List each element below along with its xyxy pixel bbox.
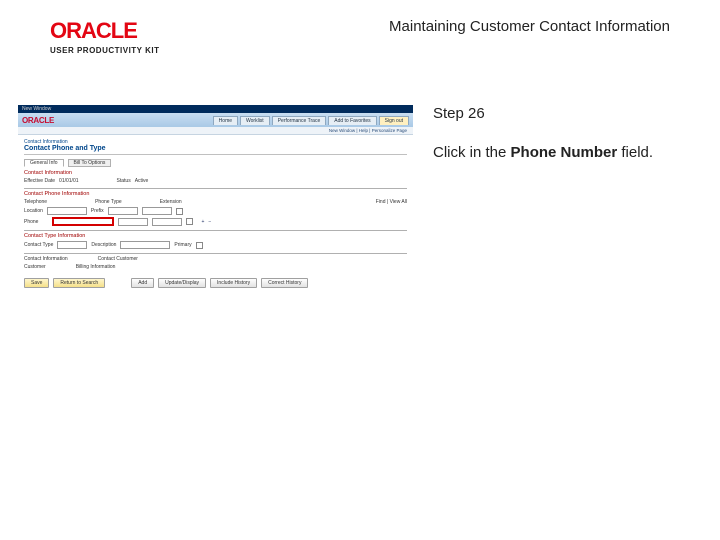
screenshot-subnav: New Window | Help | Personalize Page bbox=[18, 127, 413, 135]
phone-number-field-highlight[interactable] bbox=[52, 217, 114, 226]
tab-signout[interactable]: Sign out bbox=[379, 116, 409, 125]
screenshot-tabs: Home Worklist Performance Trace Add to F… bbox=[213, 116, 409, 125]
row-phone-highlight: Phone + − bbox=[24, 217, 407, 226]
value-status: Active bbox=[135, 178, 149, 184]
row-footlinks2: Customer Billing Information bbox=[24, 264, 407, 270]
return-button[interactable]: Return to Search bbox=[53, 278, 105, 288]
section-contact-info: Contact Information bbox=[24, 170, 407, 176]
value-effdate: 01/01/01 bbox=[59, 178, 78, 184]
screenshot-oracle-logo: ORACLE bbox=[22, 116, 54, 125]
content-row: New Window ORACLE Home Worklist Performa… bbox=[18, 105, 700, 327]
link-customer[interactable]: Customer bbox=[24, 264, 46, 270]
oracle-logo: ORACLE bbox=[50, 18, 159, 44]
brand-subtitle: USER PRODUCTIVITY KIT bbox=[50, 46, 159, 55]
label-effdate: Effective Date bbox=[24, 178, 55, 184]
checkbox-primary[interactable] bbox=[196, 242, 203, 249]
step-text: Click in the Phone Number field. bbox=[433, 144, 700, 161]
minitab-billto[interactable]: Bill To Options bbox=[68, 159, 112, 167]
label-description: Description bbox=[91, 242, 116, 248]
label-findview[interactable]: Find | View All bbox=[376, 199, 407, 205]
divider bbox=[24, 154, 407, 155]
label-contacttype: Contact Type bbox=[24, 242, 53, 248]
add-row-icon[interactable]: + bbox=[201, 219, 204, 225]
row-effective: Effective Date 01/01/01 Status Active bbox=[24, 178, 407, 184]
topbar-item: New Window bbox=[22, 106, 51, 112]
screenshot-body: Contact Information Contact Phone and Ty… bbox=[18, 135, 413, 274]
tab-favorites[interactable]: Add to Favorites bbox=[328, 116, 376, 125]
add-button[interactable]: Add bbox=[131, 278, 154, 288]
field-location[interactable] bbox=[47, 207, 87, 215]
tab-worklist[interactable]: Worklist bbox=[240, 116, 270, 125]
update-button[interactable]: Update/Display bbox=[158, 278, 206, 288]
tab-home[interactable]: Home bbox=[213, 116, 238, 125]
page-header: ORACLE USER PRODUCTIVITY KIT Maintaining… bbox=[50, 18, 700, 55]
label-phone: Phone bbox=[24, 219, 38, 225]
label-primary: Primary bbox=[174, 242, 191, 248]
label-phonetype: Phone Type bbox=[95, 199, 122, 205]
save-button[interactable]: Save bbox=[24, 278, 49, 288]
row-type: Contact Type Description Primary bbox=[24, 241, 407, 249]
row-location: Location Prefix bbox=[24, 207, 407, 215]
app-screenshot: New Window ORACLE Home Worklist Performa… bbox=[18, 105, 413, 327]
label-extension: Extension bbox=[160, 199, 182, 205]
correct-button[interactable]: Correct History bbox=[261, 278, 308, 288]
field-generic[interactable] bbox=[118, 218, 148, 226]
section-type-info: Contact Type Information bbox=[24, 233, 407, 239]
link-contact-customer[interactable]: Contact Customer bbox=[98, 256, 138, 262]
label-status: Status bbox=[117, 178, 131, 184]
field-prefix[interactable] bbox=[108, 207, 138, 215]
minitab-general[interactable]: General Info bbox=[24, 159, 64, 167]
checkbox[interactable] bbox=[176, 208, 183, 215]
divider bbox=[24, 188, 407, 189]
field-generic[interactable] bbox=[142, 207, 172, 215]
divider bbox=[24, 253, 407, 254]
link-billing-info[interactable]: Billing Information bbox=[76, 264, 116, 270]
label-telephone: Telephone bbox=[24, 199, 47, 205]
link-contact-info[interactable]: Contact Information bbox=[24, 256, 68, 262]
row-phone-labels: Telephone Phone Type Extension Find | Vi… bbox=[24, 199, 407, 205]
row-footlinks: Contact Information Contact Customer bbox=[24, 256, 407, 262]
field-generic[interactable] bbox=[152, 218, 182, 226]
label-location: Location bbox=[24, 208, 43, 214]
step-text-before: Click in the bbox=[433, 144, 511, 161]
section-phone-info: Contact Phone Information bbox=[24, 191, 407, 197]
page-heading: Contact Phone and Type bbox=[24, 145, 407, 152]
checkbox[interactable] bbox=[186, 218, 193, 225]
brand-block: ORACLE USER PRODUCTIVITY KIT bbox=[50, 18, 159, 55]
mini-tabs: General Info Bill To Options bbox=[24, 159, 407, 167]
tab-performance[interactable]: Performance Trace bbox=[272, 116, 327, 125]
step-number: Step 26 bbox=[433, 105, 700, 122]
document-title: Maintaining Customer Contact Information bbox=[389, 18, 700, 35]
history-button[interactable]: Include History bbox=[210, 278, 257, 288]
screenshot-bluebar: ORACLE Home Worklist Performance Trace A… bbox=[18, 113, 413, 127]
divider bbox=[24, 230, 407, 231]
label-prefix: Prefix bbox=[91, 208, 104, 214]
screenshot-topbar: New Window bbox=[18, 105, 413, 113]
field-description[interactable] bbox=[120, 241, 170, 249]
button-bar: Save Return to Search Add Update/Display… bbox=[18, 274, 413, 292]
field-contacttype[interactable] bbox=[57, 241, 87, 249]
instructions-panel: Step 26 Click in the Phone Number field. bbox=[413, 105, 700, 327]
step-text-after: field. bbox=[617, 144, 653, 161]
remove-row-icon[interactable]: − bbox=[208, 219, 211, 225]
step-text-bold: Phone Number bbox=[511, 144, 618, 161]
